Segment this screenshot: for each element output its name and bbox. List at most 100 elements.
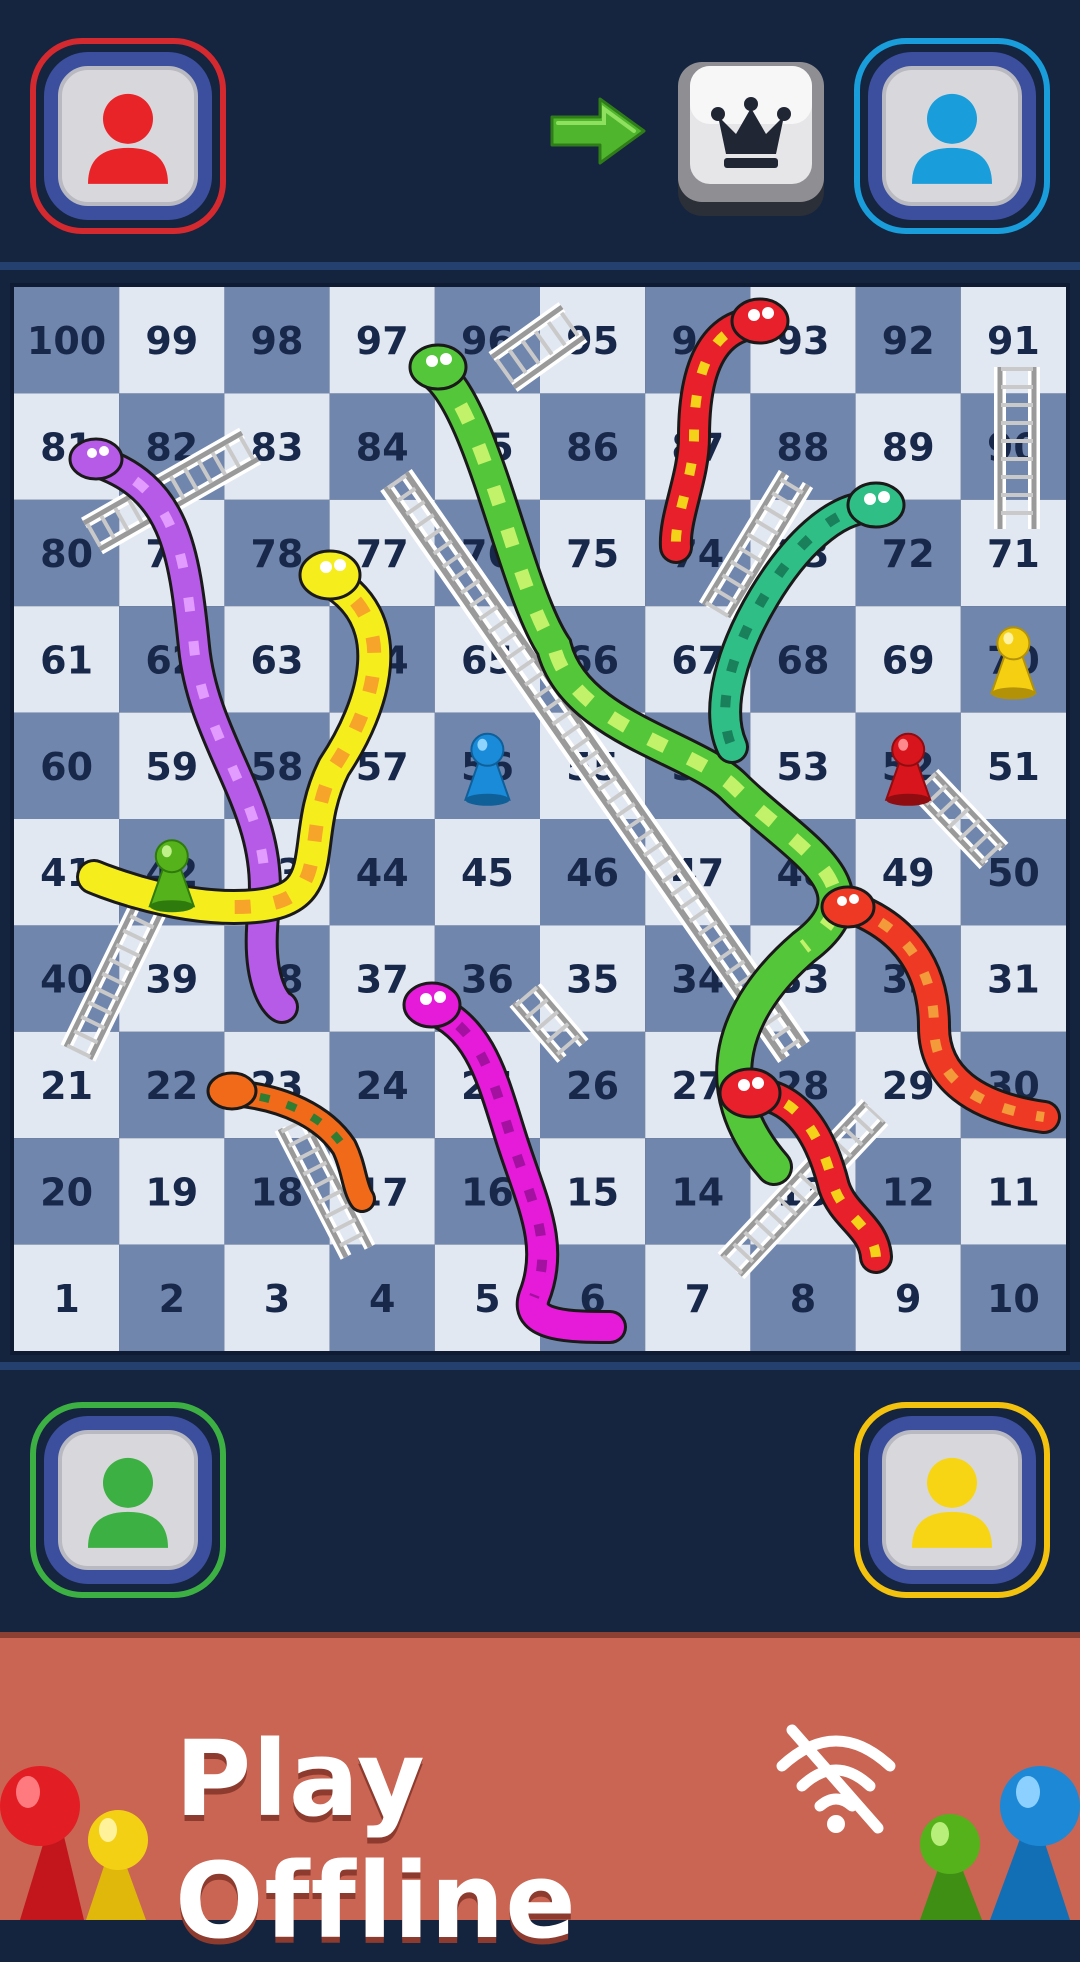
board-square: 73 — [750, 499, 856, 607]
square-number: 31 — [987, 958, 1040, 1002]
player-green-avatar[interactable] — [30, 1402, 226, 1598]
square-number: 76 — [461, 532, 514, 576]
square-number: 51 — [987, 745, 1040, 789]
board-square: 96 — [434, 287, 540, 394]
square-number: 1 — [53, 1277, 79, 1321]
square-number: 92 — [882, 319, 935, 363]
square-number: 28 — [777, 1064, 830, 1108]
square-number: 13 — [777, 1170, 830, 1214]
square-number: 21 — [40, 1064, 93, 1108]
square-number: 91 — [987, 319, 1040, 363]
board-square: 30 — [960, 1031, 1066, 1139]
square-number: 15 — [566, 1170, 619, 1214]
board-square: 33 — [750, 925, 856, 1032]
square-number: 85 — [461, 426, 514, 470]
board-square: 10 — [960, 1244, 1066, 1351]
player-red-avatar[interactable] — [30, 38, 226, 234]
square-number: 53 — [777, 745, 830, 789]
square-number: 49 — [882, 851, 935, 895]
board-square: 88 — [750, 393, 856, 500]
board-square: 85 — [434, 393, 540, 500]
board-square: 21 — [14, 1031, 120, 1139]
board-square: 98 — [224, 287, 330, 394]
board-square: 19 — [119, 1138, 225, 1245]
board-square: 28 — [750, 1031, 856, 1139]
square-number: 33 — [777, 958, 830, 1002]
square-number: 59 — [145, 745, 198, 789]
square-number: 22 — [145, 1064, 198, 1108]
board-square: 68 — [750, 606, 856, 713]
square-number: 4 — [369, 1277, 395, 1321]
board-square: 44 — [329, 819, 435, 926]
square-number: 9 — [895, 1277, 921, 1321]
board-square: 18 — [224, 1138, 330, 1245]
board-square: 12 — [855, 1138, 961, 1245]
square-number: 18 — [251, 1170, 304, 1214]
square-number: 71 — [987, 532, 1040, 576]
board-square: 40 — [14, 925, 120, 1032]
board-square: 90 — [960, 393, 1066, 500]
square-number: 19 — [145, 1170, 198, 1214]
user-icon — [912, 1457, 992, 1548]
board-square: 56 — [434, 712, 540, 819]
square-number: 26 — [566, 1064, 619, 1108]
board-square: 29 — [855, 1031, 961, 1139]
board-square: 87 — [645, 393, 751, 500]
square-number: 38 — [251, 958, 304, 1002]
player-yellow-avatar[interactable] — [854, 1402, 1050, 1598]
board-square: 34 — [645, 925, 751, 1032]
board-square: 17 — [329, 1138, 435, 1245]
square-number: 75 — [566, 532, 619, 576]
board-square: 75 — [540, 499, 646, 607]
square-number: 66 — [566, 638, 619, 682]
square-number: 61 — [40, 638, 93, 682]
square-number: 50 — [987, 851, 1040, 895]
square-number: 35 — [566, 958, 619, 1002]
square-number: 62 — [145, 638, 198, 682]
square-number: 87 — [671, 426, 724, 470]
board-square: 23 — [224, 1031, 330, 1139]
game-board[interactable]: 100 99 98 97 96 95 94 93 92 91 81 82 83 84 85 86 87 88 89 9… — [10, 283, 1070, 1355]
square-number: 73 — [777, 532, 830, 576]
square-number: 67 — [671, 638, 724, 682]
board-square: 8 — [750, 1244, 856, 1351]
square-number: 55 — [566, 745, 619, 789]
square-number: 89 — [882, 426, 935, 470]
square-number: 84 — [356, 426, 409, 470]
board-square: 27 — [645, 1031, 751, 1139]
square-number: 77 — [356, 532, 409, 576]
board-square: 89 — [855, 393, 961, 500]
board-square: 48 — [750, 819, 856, 926]
wifi-off-icon — [776, 1724, 896, 1834]
square-number: 99 — [145, 319, 198, 363]
board-square: 71 — [960, 499, 1066, 607]
board-square: 79 — [119, 499, 225, 607]
board-square: 58 — [224, 712, 330, 819]
square-number: 93 — [777, 319, 830, 363]
square-number: 94 — [671, 319, 724, 363]
square-number: 46 — [566, 851, 619, 895]
square-number: 2 — [159, 1277, 185, 1321]
board-square: 3 — [224, 1244, 330, 1351]
square-number: 16 — [461, 1170, 514, 1214]
square-number: 12 — [882, 1170, 935, 1214]
square-number: 32 — [882, 958, 935, 1002]
crown-button[interactable] — [676, 58, 826, 218]
player-blue-avatar[interactable] — [854, 38, 1050, 234]
user-icon — [88, 1457, 168, 1548]
square-number: 80 — [40, 532, 93, 576]
board-square: 6 — [540, 1244, 646, 1351]
square-number: 58 — [251, 745, 304, 789]
square-number: 27 — [671, 1064, 724, 1108]
board-square: 9 — [855, 1244, 961, 1351]
square-number: 74 — [671, 532, 724, 576]
board-square: 63 — [224, 606, 330, 713]
square-number: 30 — [987, 1064, 1040, 1108]
square-number: 63 — [251, 638, 304, 682]
board-square: 61 — [14, 606, 120, 713]
turn-arrow-icon — [550, 97, 646, 165]
square-number: 17 — [356, 1170, 409, 1214]
top-player-bar — [0, 0, 1080, 270]
board-square: 97 — [329, 287, 435, 394]
square-number: 96 — [461, 319, 514, 363]
